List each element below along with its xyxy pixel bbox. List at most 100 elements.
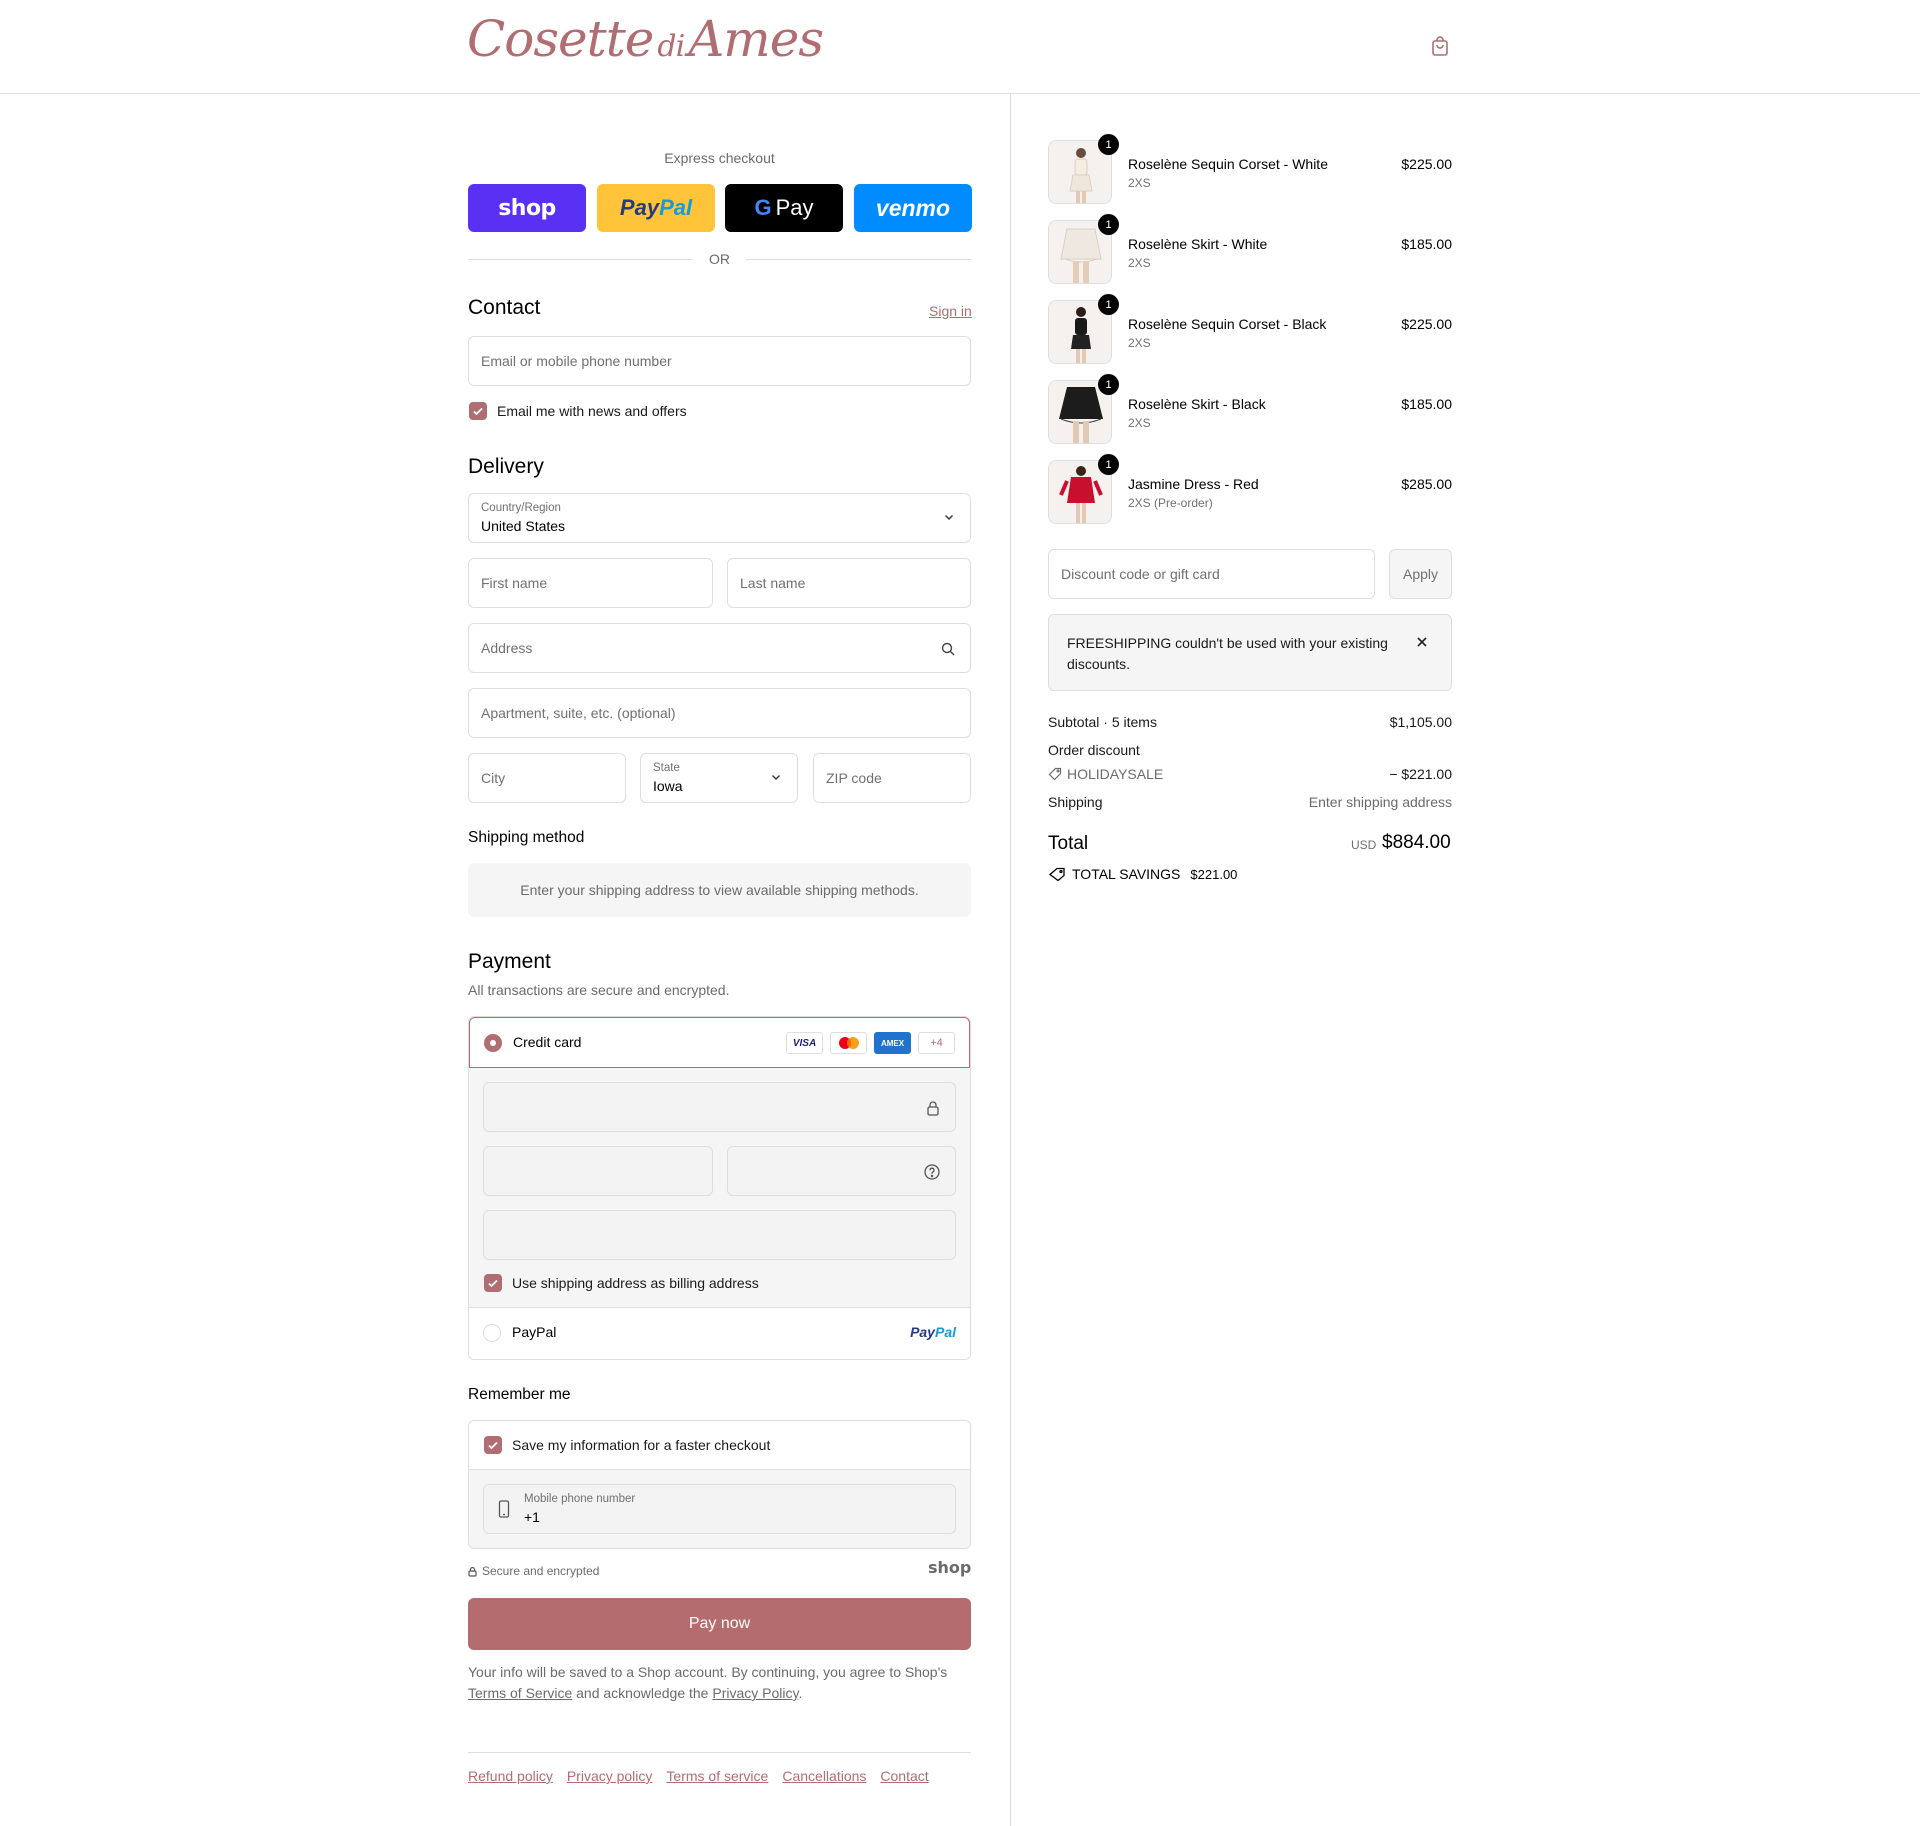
venmo-button[interactable]: venmo <box>854 184 972 232</box>
mobile-phone-field[interactable]: Mobile phone number +1 <box>483 1484 956 1534</box>
security-code-field[interactable] <box>727 1146 956 1196</box>
shipping-label: Shipping <box>1048 794 1103 810</box>
item-price: $185.00 <box>1401 396 1452 412</box>
remember-me-heading: Remember me <box>468 1386 571 1403</box>
order-discount-row: Order discount <box>1048 742 1452 758</box>
news-checkbox[interactable] <box>469 402 487 420</box>
item-name: Roselène Skirt - White <box>1128 236 1268 252</box>
tag-icon <box>1048 767 1062 781</box>
save-info-row[interactable]: Save my information for a faster checkou… <box>469 1421 970 1470</box>
item-name: Roselène Skirt - Black <box>1128 396 1266 412</box>
total-value: $884.00 <box>1382 832 1451 853</box>
chevron-down-icon <box>772 775 780 780</box>
item-variant: 2XS <box>1128 416 1151 430</box>
notice-message: FREESHIPPING couldn't be used with your … <box>1067 635 1388 672</box>
brand-logo[interactable]: Cosette diAmes <box>467 10 824 68</box>
card-logos: VISA AMEX +4 <box>786 1032 955 1054</box>
payment-subtitle: All transactions are secure and encrypte… <box>468 982 730 998</box>
shop-privacy-link[interactable]: Privacy Policy <box>712 1685 798 1701</box>
contact-link[interactable]: Contact <box>880 1768 928 1784</box>
discount-code-field[interactable]: Discount code or gift card <box>1048 549 1375 599</box>
cart-item: 1 Jasmine Dress - Red 2XS (Pre-order) $2… <box>1048 454 1452 526</box>
paypal-logo: PayPal <box>910 1324 956 1340</box>
mobile-phone-icon <box>498 1500 510 1518</box>
credit-card-radio[interactable] <box>484 1034 502 1052</box>
shopping-bag-icon[interactable] <box>1428 34 1452 58</box>
item-name: Jasmine Dress - Red <box>1128 476 1259 492</box>
mastercard-icon <box>830 1032 867 1054</box>
subtotal-value: $1,105.00 <box>1389 714 1452 730</box>
quantity-badge: 1 <box>1098 134 1119 155</box>
payment-heading: Payment <box>468 950 551 973</box>
paypal-radio[interactable] <box>483 1324 501 1342</box>
quantity-badge: 1 <box>1098 374 1119 395</box>
state-select[interactable]: State Iowa <box>640 753 798 803</box>
quantity-badge: 1 <box>1098 214 1119 235</box>
refund-policy-link[interactable]: Refund policy <box>468 1768 553 1784</box>
footer-links: Refund policy Privacy policy Terms of se… <box>468 1768 929 1784</box>
savings-tag-icon <box>1048 867 1065 881</box>
or-divider: OR <box>468 250 971 270</box>
save-info-checkbox[interactable] <box>484 1436 502 1454</box>
first-name-field[interactable]: First name <box>468 558 713 608</box>
apartment-field[interactable]: Apartment, suite, etc. (optional) <box>468 688 971 738</box>
paypal-express-button[interactable]: Pay Pal <box>597 184 715 232</box>
credit-card-option[interactable]: Credit card VISA AMEX +4 <box>469 1017 970 1068</box>
google-pay-button[interactable]: G Pay <box>725 184 843 232</box>
total-savings: TOTAL SAVINGS $221.00 <box>1048 866 1237 882</box>
city-field[interactable]: City <box>468 753 626 803</box>
quantity-badge: 1 <box>1098 294 1119 315</box>
remember-me-box: Save my information for a faster checkou… <box>468 1420 971 1549</box>
contact-heading: Contact <box>468 296 541 319</box>
secure-note: Secure and encrypted <box>468 1564 599 1578</box>
item-variant: 2XS (Pre-order) <box>1128 496 1213 510</box>
item-name: Roselène Sequin Corset - Black <box>1128 316 1327 332</box>
payment-methods: Credit card VISA AMEX +4 Use shipping ad… <box>468 1016 971 1360</box>
billing-checkbox[interactable] <box>484 1274 502 1292</box>
zip-field[interactable]: ZIP code <box>813 753 971 803</box>
terms-of-service-link[interactable]: Terms of service <box>666 1768 768 1784</box>
shop-pay-button[interactable]: shop <box>468 184 586 232</box>
google-g-icon: G <box>754 195 772 220</box>
sign-in-link[interactable]: Sign in <box>929 303 972 319</box>
item-variant: 2XS <box>1128 256 1151 270</box>
cart-item: 1 Roselène Sequin Corset - White 2XS $22… <box>1048 134 1452 206</box>
pay-now-button[interactable]: Pay now <box>468 1598 971 1650</box>
subtotal-label: Subtotal · 5 items <box>1048 714 1157 730</box>
billing-checkbox-label: Use shipping address as billing address <box>512 1275 759 1291</box>
express-checkout-title: Express checkout <box>664 150 775 166</box>
search-icon <box>941 642 955 656</box>
cancellations-link[interactable]: Cancellations <box>782 1768 866 1784</box>
item-variant: 2XS <box>1128 336 1151 350</box>
paypal-option[interactable]: PayPal PayPal <box>469 1308 970 1359</box>
news-checkbox-label: Email me with news and offers <box>497 403 687 419</box>
country-select[interactable]: Country/Region United States <box>468 493 971 543</box>
item-name: Roselène Sequin Corset - White <box>1128 156 1328 172</box>
close-icon[interactable] <box>1415 635 1429 649</box>
credit-card-form: Use shipping address as billing address <box>469 1068 970 1308</box>
remember-me-form: Mobile phone number +1 <box>469 1470 970 1548</box>
legal-text: Your info will be saved to a Shop accoun… <box>468 1664 948 1701</box>
address-field[interactable]: Address <box>468 623 971 673</box>
footer-divider <box>468 1752 971 1753</box>
shop-terms-link[interactable]: Terms of Service <box>468 1685 572 1701</box>
name-on-card-field[interactable] <box>483 1210 956 1260</box>
privacy-policy-link[interactable]: Privacy policy <box>567 1768 653 1784</box>
quantity-badge: 1 <box>1098 454 1119 475</box>
discount-code-name: HOLIDAYSALE <box>1067 766 1164 782</box>
amex-icon: AMEX <box>874 1032 911 1054</box>
shipping-method-placeholder: Enter your shipping address to view avai… <box>468 863 971 917</box>
total-label: Total <box>1048 833 1089 854</box>
cart-item: 1 Roselène Skirt - Black 2XS $185.00 <box>1048 374 1452 446</box>
save-info-label: Save my information for a faster checkou… <box>512 1437 771 1453</box>
site-header: Cosette diAmes <box>0 0 1920 94</box>
cart-item: 1 Roselène Sequin Corset - Black 2XS $22… <box>1048 294 1452 366</box>
apply-discount-button[interactable]: Apply <box>1389 549 1452 599</box>
shipping-row: Shipping Enter shipping address <box>1048 794 1452 810</box>
card-number-field[interactable] <box>483 1082 956 1132</box>
last-name-field[interactable]: Last name <box>727 558 971 608</box>
expiration-date-field[interactable] <box>483 1146 713 1196</box>
email-field[interactable]: Email or mobile phone number <box>468 336 971 386</box>
discount-code-row: HOLIDAYSALE − $221.00 <box>1048 766 1452 784</box>
credit-card-label: Credit card <box>513 1034 582 1050</box>
